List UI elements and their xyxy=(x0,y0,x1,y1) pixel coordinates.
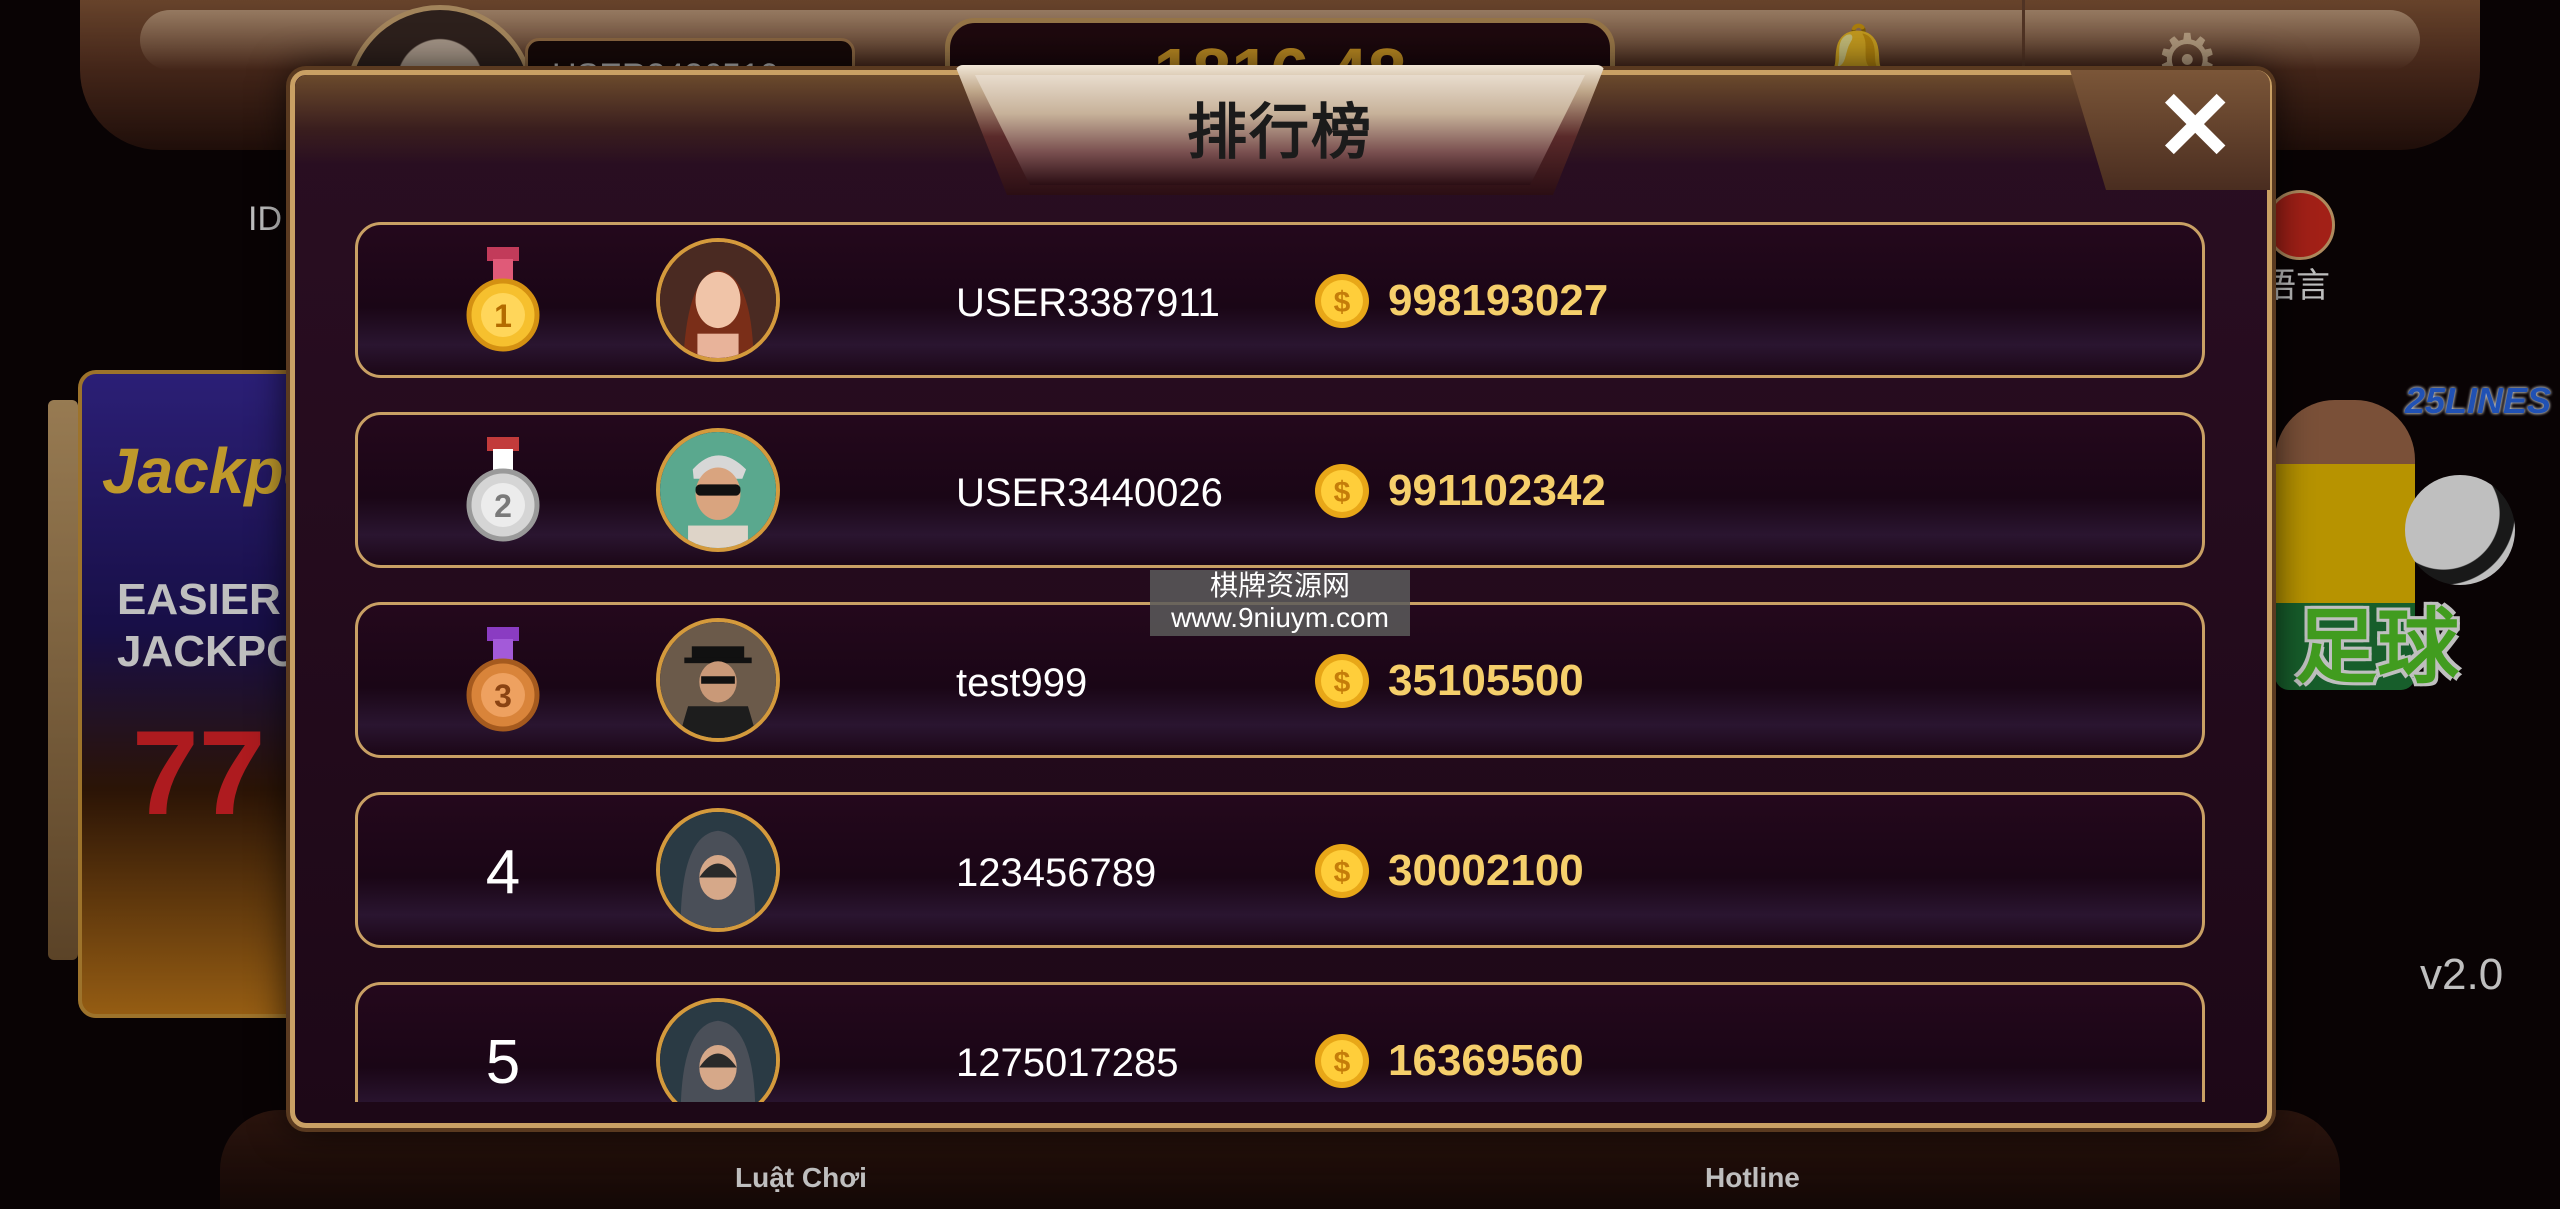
svg-text:$: $ xyxy=(1334,1046,1351,1079)
player-score: 30002100 xyxy=(1388,846,1584,895)
watermark-line1: 棋牌资源网 xyxy=(1209,570,1350,601)
svg-text:$: $ xyxy=(1334,666,1351,699)
player-name: 1275017285 xyxy=(956,1041,1179,1085)
leaderboard-row: 5 1275017285 $ 16369560 xyxy=(355,982,2205,1102)
svg-text:3: 3 xyxy=(494,678,512,714)
silver-medal-icon: 2 xyxy=(466,437,540,542)
svg-text:$: $ xyxy=(1334,476,1351,509)
close-icon: ✕ xyxy=(2155,73,2236,180)
leaderboard-row: 1 USER3387911 $ 998193027 xyxy=(355,222,2205,378)
player-name: USER3387911 xyxy=(956,281,1220,325)
player-name: 123456789 xyxy=(956,851,1157,895)
player-score: 16369560 xyxy=(1388,1036,1584,1085)
avatar xyxy=(656,808,780,932)
watermark: 棋牌资源网 www.9niuym.com xyxy=(1150,570,1410,636)
svg-text:1: 1 xyxy=(494,298,512,334)
leaderboard-list[interactable]: 1 USER3387911 $ 998193027 2 USER3440026 … xyxy=(355,222,2205,1102)
player-score: 998193027 xyxy=(1388,276,1609,325)
bronze-medal-icon: 3 xyxy=(466,627,540,732)
player-score: 991102342 xyxy=(1388,466,1606,515)
rank-number: 5 xyxy=(485,1028,521,1097)
player-name: USER3440026 xyxy=(956,471,1223,515)
avatar xyxy=(656,998,780,1102)
rank-number: 4 xyxy=(485,838,521,907)
coin-icon: $ xyxy=(1315,844,1369,898)
svg-text:$: $ xyxy=(1334,856,1351,889)
gold-medal-icon: 1 xyxy=(466,247,540,352)
player-score: 35105500 xyxy=(1388,656,1584,705)
coin-icon: $ xyxy=(1315,654,1369,708)
coin-icon: $ xyxy=(1315,274,1369,328)
coin-icon: $ xyxy=(1315,464,1369,518)
player-name: test999 xyxy=(956,661,1088,705)
leaderboard-row: 4 123456789 $ 30002100 xyxy=(355,792,2205,948)
avatar xyxy=(656,428,780,552)
svg-text:2: 2 xyxy=(494,488,512,524)
leaderboard-row: 2 USER3440026 $ 991102342 xyxy=(355,412,2205,568)
avatar xyxy=(656,618,780,742)
modal-title: 排行榜 xyxy=(1187,99,1373,166)
watermark-line2: www.9niuym.com xyxy=(1171,602,1389,633)
avatar xyxy=(656,238,780,362)
svg-text:$: $ xyxy=(1334,286,1351,319)
coin-icon: $ xyxy=(1315,1034,1369,1088)
